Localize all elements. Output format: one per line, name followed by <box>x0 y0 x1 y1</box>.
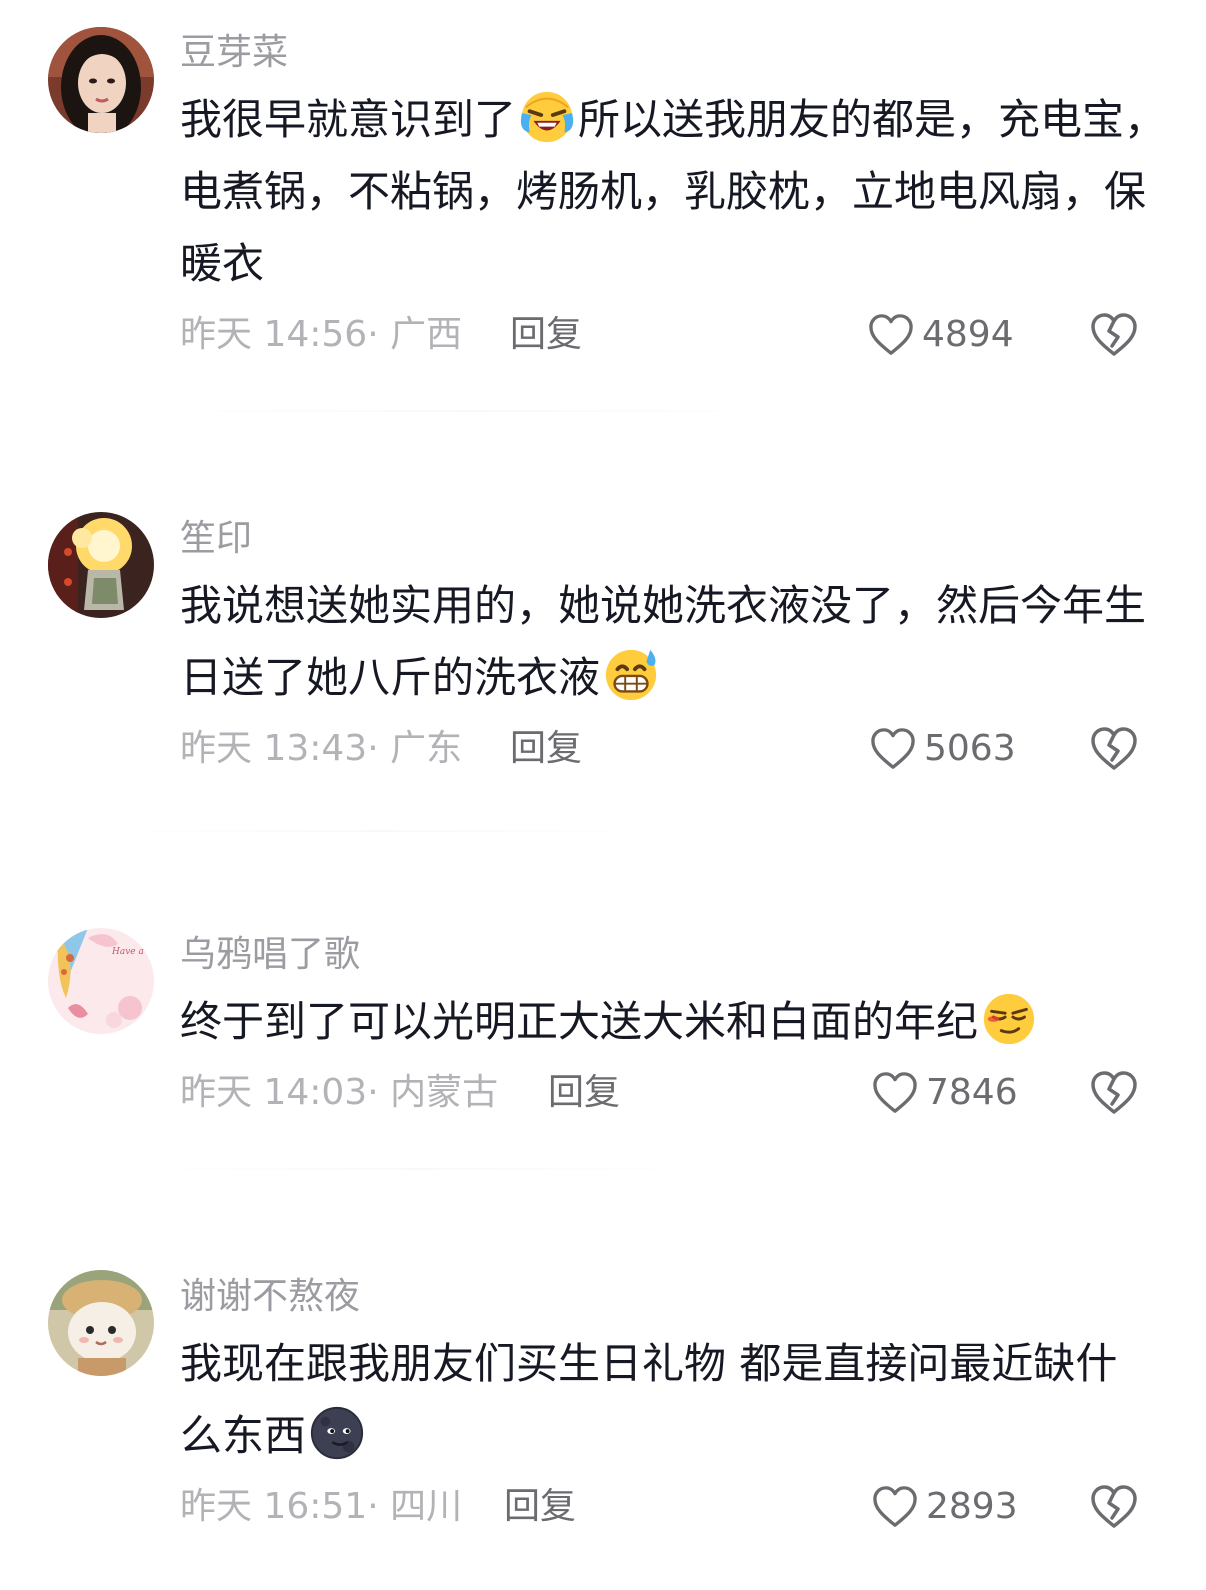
broken-heart-icon <box>1091 727 1137 770</box>
comment-meta: 昨天 16:51· 四川 回复 2893 <box>180 1482 1150 1532</box>
new-moon-face-icon <box>310 1406 364 1460</box>
comment-time-location: 昨天 14:56· 广西 <box>180 314 463 355</box>
comment-text: 终于到了可以光明正大送大米和白面的年纪 <box>180 986 1190 1058</box>
dislike-button[interactable] <box>1090 312 1138 358</box>
comment-text: 我现在跟我朋友们买生日礼物 都是直接问最近缺什么东西 <box>180 1328 1130 1472</box>
grinning-sweat-face-icon <box>605 649 657 701</box>
like-count: 7846 <box>926 1072 1018 1113</box>
divider <box>100 1168 740 1170</box>
username[interactable]: 豆芽菜 <box>180 28 288 78</box>
heart-outline-icon <box>873 1072 917 1113</box>
smug-face-icon <box>983 993 1035 1045</box>
broken-heart-icon <box>1091 1071 1137 1114</box>
like-count: 2893 <box>926 1486 1018 1527</box>
comment-meta: 昨天 13:43· 广东 回复 5063 <box>180 724 1150 774</box>
reply-button[interactable]: 回复 <box>510 724 582 774</box>
reply-button[interactable]: 回复 <box>504 1482 576 1532</box>
reply-button[interactable]: 回复 <box>548 1068 620 1118</box>
comment-meta: 昨天 14:03· 内蒙古 回复 7846 <box>180 1068 1150 1118</box>
username[interactable]: 乌鸦唱了歌 <box>180 930 360 980</box>
avatar[interactable] <box>48 1270 154 1376</box>
like-count: 4894 <box>922 314 1014 355</box>
username[interactable]: 笙印 <box>180 514 252 564</box>
comment-time-location: 昨天 13:43· 广东 <box>180 728 463 769</box>
comment-meta: 昨天 14:56· 广西 回复 4894 <box>180 310 1150 360</box>
comment-item: 豆芽菜 我很早就意识到了 所以送我朋友的都是，充电宝，电煮锅，不粘锅，烤肠机，乳… <box>0 26 1206 386</box>
sparkler-photo-avatar <box>48 512 154 618</box>
comment-time-location: 昨天 14:03· 内蒙古 <box>180 1072 499 1113</box>
comment-text: 我说想送她实用的，她说她洗衣液没了，然后今年生日送了她八斤的洗衣液 <box>180 570 1170 714</box>
like-count: 5063 <box>924 728 1016 769</box>
divider <box>70 830 690 832</box>
dislike-button[interactable] <box>1090 726 1138 772</box>
heart-outline-icon <box>871 728 915 769</box>
heart-outline-icon <box>869 314 913 355</box>
avatar-caption: Have a nice day <box>111 947 154 957</box>
laughing-crying-face-icon <box>520 91 574 143</box>
divider <box>130 410 810 412</box>
comment-text-part: 我说想送她实用的，她说她洗衣液没了，然后今年生日送了她八斤的洗衣液 <box>180 581 1147 702</box>
girl-portrait-avatar <box>48 27 154 133</box>
plush-doll-avatar <box>48 1270 154 1376</box>
avatar[interactable] <box>48 512 154 618</box>
pink-cartoon-avatar: Have a nice day <box>48 928 154 1034</box>
heart-outline-icon <box>873 1486 917 1527</box>
dislike-button[interactable] <box>1090 1070 1138 1116</box>
avatar[interactable]: Have a nice day <box>48 928 154 1034</box>
dislike-button[interactable] <box>1090 1484 1138 1530</box>
comment-item: 谢谢不熬夜 我现在跟我朋友们买生日礼物 都是直接问最近缺什么东西 昨天 16:5… <box>0 1270 1206 1550</box>
comment-text-part: 我很早就意识到了 <box>180 95 517 144</box>
broken-heart-icon <box>1091 313 1137 356</box>
comment-text: 我很早就意识到了 所以送我朋友的都是，充电宝，电煮锅，不粘锅，烤肠机，乳胶枕，立… <box>180 84 1170 300</box>
comment-item: 笙印 我说想送她实用的，她说她洗衣液没了，然后今年生日送了她八斤的洗衣液 昨天 … <box>0 512 1206 792</box>
like-button[interactable]: 4894 <box>868 310 1014 360</box>
like-button[interactable]: 5063 <box>870 724 1016 774</box>
username[interactable]: 谢谢不熬夜 <box>180 1272 360 1322</box>
like-button[interactable]: 7846 <box>872 1068 1018 1118</box>
reply-button[interactable]: 回复 <box>510 310 582 360</box>
broken-heart-icon <box>1091 1485 1137 1528</box>
avatar[interactable] <box>48 27 154 133</box>
comment-text-part: 终于到了可以光明正大送大米和白面的年纪 <box>180 997 979 1046</box>
comment-item: Have a nice day 乌鸦唱了歌 终于到了可以光明正大送大米和白面的年… <box>0 928 1206 1128</box>
like-button[interactable]: 2893 <box>872 1482 1018 1532</box>
comment-time-location: 昨天 16:51· 四川 <box>180 1486 463 1527</box>
